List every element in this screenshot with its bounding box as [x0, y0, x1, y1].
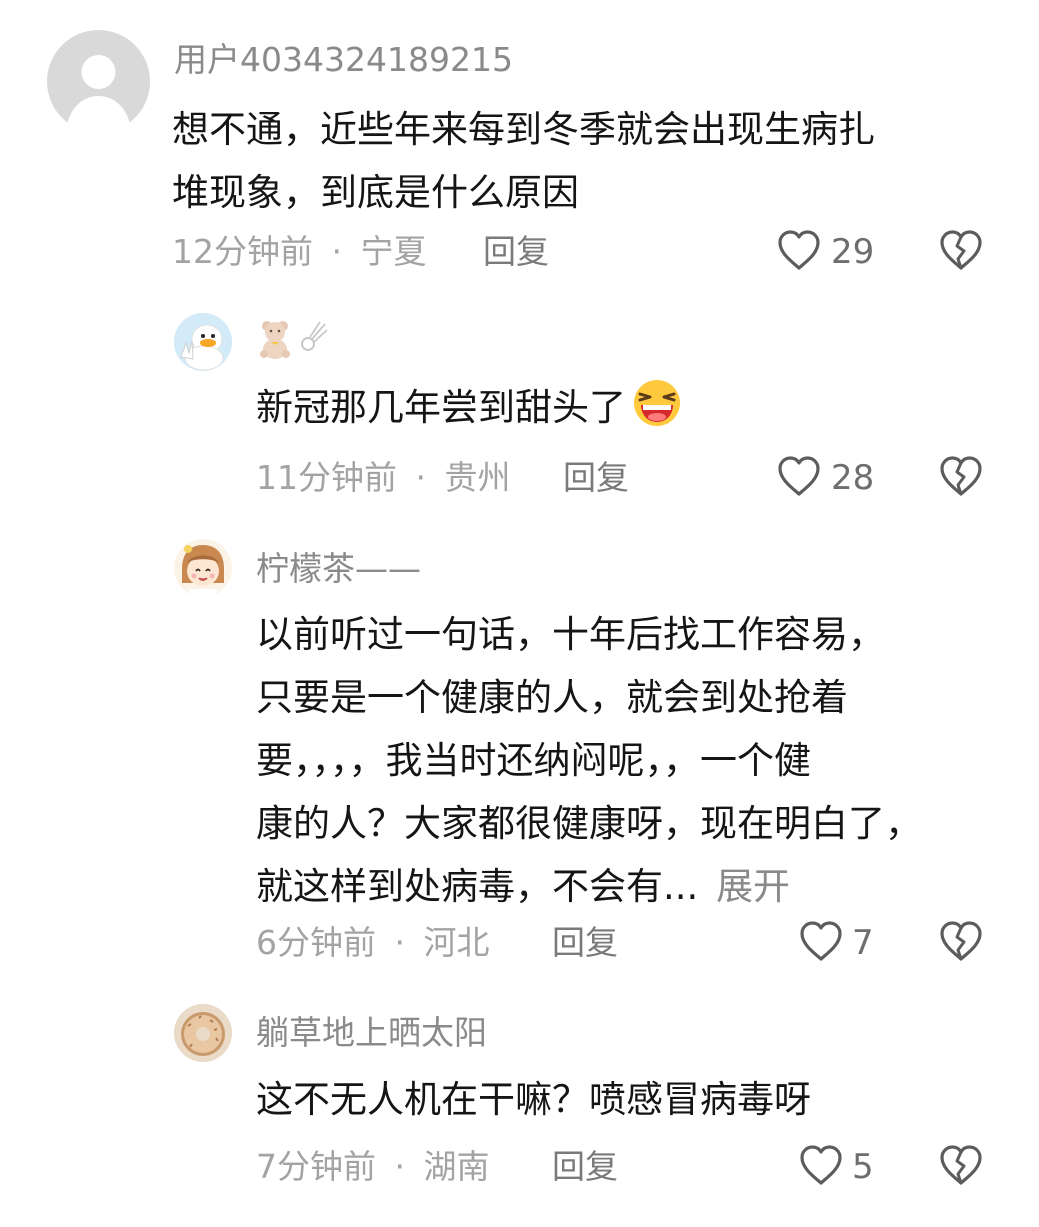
like-count: 7: [852, 923, 874, 963]
comment-text-line: 康的人？大家都很健康呀，现在明白了，: [256, 802, 922, 845]
comment-username[interactable]: 用户4034324189215: [174, 40, 513, 80]
comment-text-line-last: 就这样到处病毒，不会有... 展开: [256, 855, 1016, 918]
comment-username[interactable]: [258, 318, 329, 362]
expand-button[interactable]: 展开: [716, 865, 790, 908]
comment-location: 贵州: [444, 458, 511, 497]
teddy-bear-icon: [260, 321, 290, 359]
comment-time: 11分钟前: [256, 458, 397, 497]
comment-time: 6分钟前: [256, 923, 376, 962]
heart-outline-icon[interactable]: [799, 920, 843, 962]
comment-text-line: 堆现象，到底是什么原因: [172, 171, 579, 214]
comment-text-line: 这不无人机在干嘛？喷感冒病毒呀: [256, 1078, 811, 1121]
broken-heart-icon[interactable]: [939, 455, 983, 497]
cartoon-girl-avatar-icon: [174, 539, 232, 597]
comment-text: 这不无人机在干嘛？喷感冒病毒呀: [256, 1068, 1016, 1131]
reply-button[interactable]: 回复: [483, 232, 549, 272]
comment-text-line: 想不通，近些年来每到冬季就会出现生病扎: [172, 108, 875, 151]
comment-location: 宁夏: [360, 232, 427, 271]
comment-text-line: 以前听过一句话，十年后找工作容易，: [256, 613, 885, 656]
heart-outline-icon[interactable]: [799, 1144, 843, 1186]
reply-button[interactable]: 回复: [563, 458, 629, 498]
like-count: 5: [852, 1147, 874, 1187]
broken-heart-icon[interactable]: [939, 1144, 983, 1186]
comment-text: 以前听过一句话，十年后找工作容易， 只要是一个健康的人，就会到处抢着 要，，，，…: [256, 603, 1016, 918]
comment-text-line: 要，，，，我当时还纳闷呢，，一个健: [256, 739, 811, 782]
comment-location: 湖南: [423, 1147, 490, 1186]
reply-button[interactable]: 回复: [552, 923, 618, 963]
broken-heart-icon[interactable]: [939, 920, 983, 962]
comment-meta: 11分钟前 · 贵州: [256, 458, 511, 498]
donut-avatar-icon: [174, 1004, 232, 1062]
comment-meta: 6分钟前 · 河北: [256, 923, 490, 963]
broken-heart-icon[interactable]: [939, 229, 983, 271]
comment-username[interactable]: 柠檬茶——: [256, 549, 421, 589]
laughing-face-emoji: [634, 380, 680, 426]
comment-text: 新冠那几年尝到甜头了: [256, 376, 996, 439]
comment-meta: 12分钟前 · 宁夏: [172, 232, 427, 272]
heart-outline-icon[interactable]: [777, 229, 821, 271]
like-count: 29: [831, 232, 875, 272]
meta-separator: ·: [331, 232, 343, 271]
avatar[interactable]: [174, 539, 232, 597]
comment-username[interactable]: 躺草地上晒太阳: [256, 1013, 487, 1053]
like-count: 28: [831, 458, 875, 498]
comment-text-line: 新冠那几年尝到甜头了: [256, 386, 626, 429]
comment-text-line: 就这样到处病毒，不会有...: [256, 865, 699, 908]
duck-avatar-icon: [174, 313, 232, 371]
comment-text-line: 只要是一个健康的人，就会到处抢着: [256, 676, 848, 719]
comet-icon: [301, 321, 328, 351]
meta-separator: ·: [394, 923, 406, 962]
reply-button[interactable]: 回复: [552, 1147, 618, 1187]
heart-outline-icon[interactable]: [777, 455, 821, 497]
avatar[interactable]: [174, 1004, 232, 1062]
comment-time: 12分钟前: [172, 232, 313, 271]
comment-meta: 7分钟前 · 湖南: [256, 1147, 490, 1187]
comment-time: 7分钟前: [256, 1147, 376, 1186]
meta-separator: ·: [394, 1147, 406, 1186]
comment-text: 想不通，近些年来每到冬季就会出现生病扎 堆现象，到底是什么原因: [172, 98, 1002, 224]
default-avatar-icon: [65, 55, 132, 133]
avatar[interactable]: [174, 313, 232, 371]
comment-location: 河北: [423, 923, 490, 962]
meta-separator: ·: [415, 458, 427, 497]
avatar[interactable]: [47, 30, 150, 133]
